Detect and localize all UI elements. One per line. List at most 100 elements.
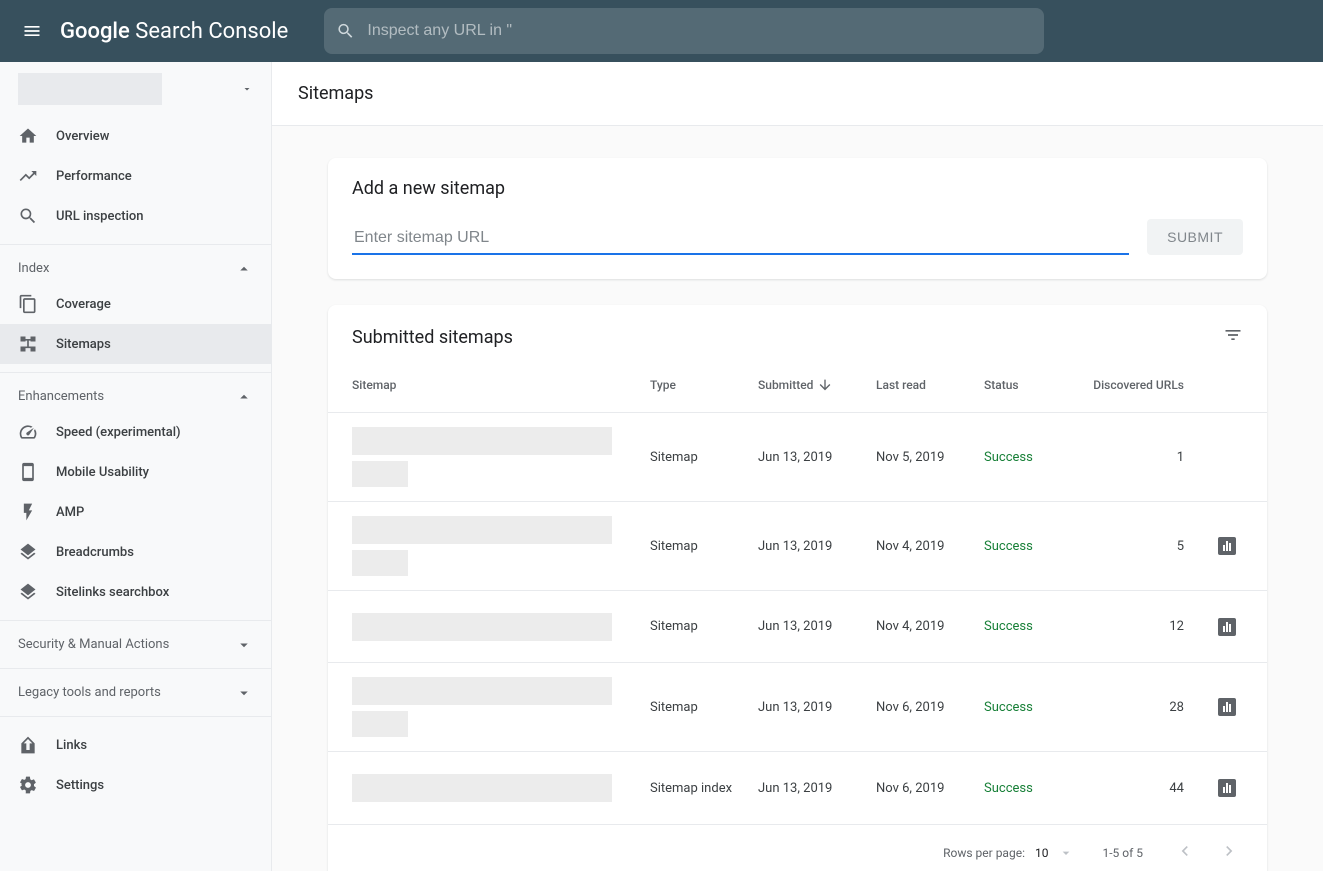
sitemap-name-redacted xyxy=(352,774,642,802)
cell-type: Sitemap xyxy=(650,539,750,554)
sidebar-item-coverage[interactable]: Coverage xyxy=(0,284,271,324)
logo: Google Search Console xyxy=(60,19,288,44)
cell-discovered: 5 xyxy=(1092,539,1184,554)
sitemap-name-redacted xyxy=(352,516,642,576)
sitemap-icon xyxy=(18,334,38,354)
cell-type: Sitemap xyxy=(650,619,750,634)
search-icon xyxy=(18,206,38,226)
section-enhancements[interactable]: Enhancements xyxy=(0,372,271,412)
bar-chart-icon xyxy=(1223,783,1231,793)
hamburger-menu-button[interactable] xyxy=(8,7,56,55)
cell-discovered: 44 xyxy=(1092,781,1184,796)
prev-page-button[interactable] xyxy=(1171,837,1199,868)
cell-submitted: Jun 13, 2019 xyxy=(758,700,868,715)
section-index[interactable]: Index xyxy=(0,244,271,284)
sidebar-item-url-inspection[interactable]: URL inspection xyxy=(0,196,271,236)
logo-google: Google xyxy=(60,19,130,44)
sidebar-item-links[interactable]: Links xyxy=(0,725,271,765)
view-chart-button[interactable] xyxy=(1218,698,1236,716)
sidebar-item-sitemaps[interactable]: Sitemaps xyxy=(0,324,271,364)
layers-icon xyxy=(18,542,38,562)
col-type[interactable]: Type xyxy=(650,378,750,392)
col-submitted[interactable]: Submitted xyxy=(758,377,868,393)
nav-label: Coverage xyxy=(56,297,111,312)
nav-label: Performance xyxy=(56,169,132,184)
rows-per-page-value[interactable]: 10 xyxy=(1035,846,1049,860)
nav-label: Mobile Usability xyxy=(56,465,149,480)
bar-chart-icon xyxy=(1223,622,1231,632)
cell-status: Success xyxy=(984,619,1084,634)
sidebar-item-speed-experimental-[interactable]: Speed (experimental) xyxy=(0,412,271,452)
property-selector[interactable] xyxy=(0,62,271,116)
section-index-label: Index xyxy=(18,261,49,276)
coverage-icon xyxy=(18,294,38,314)
sidebar-item-mobile-usability[interactable]: Mobile Usability xyxy=(0,452,271,492)
page-title: Sitemaps xyxy=(298,83,373,104)
cell-last-read: Nov 4, 2019 xyxy=(876,619,976,634)
view-chart-button[interactable] xyxy=(1218,779,1236,797)
dropdown-icon[interactable] xyxy=(1058,845,1074,861)
bar-chart-icon xyxy=(1223,541,1231,551)
cell-type: Sitemap xyxy=(650,700,750,715)
col-status[interactable]: Status xyxy=(984,378,1084,392)
main-content: Sitemaps Add a new sitemap SUBMIT Submit… xyxy=(272,62,1323,871)
sort-down-icon xyxy=(817,377,833,393)
col-discovered[interactable]: Discovered URLs xyxy=(1092,378,1184,392)
next-page-button[interactable] xyxy=(1215,837,1243,868)
table-header: Sitemap Type Submitted Last read Status … xyxy=(328,357,1267,413)
col-sitemap[interactable]: Sitemap xyxy=(352,378,642,392)
logo-product: Search Console xyxy=(130,19,288,44)
view-chart-button[interactable] xyxy=(1218,618,1236,636)
nav-label: Speed (experimental) xyxy=(56,425,181,440)
sidebar-item-performance[interactable]: Performance xyxy=(0,156,271,196)
col-last-read[interactable]: Last read xyxy=(876,378,976,392)
sidebar-item-amp[interactable]: AMP xyxy=(0,492,271,532)
table-row[interactable]: SitemapJun 13, 2019Nov 4, 2019Success5 xyxy=(328,502,1267,591)
table-row[interactable]: SitemapJun 13, 2019Nov 6, 2019Success28 xyxy=(328,663,1267,752)
nav-label: Sitelinks searchbox xyxy=(56,585,169,600)
layers-icon xyxy=(18,582,38,602)
menu-icon xyxy=(22,21,42,41)
nav-label: URL inspection xyxy=(56,209,144,224)
submitted-sitemaps-card: Submitted sitemaps Sitemap Type Submitte… xyxy=(328,305,1267,871)
cell-type: Sitemap index xyxy=(650,781,750,796)
chevron-down-icon xyxy=(235,636,253,654)
gear-icon xyxy=(18,775,38,795)
table-row[interactable]: SitemapJun 13, 2019Nov 4, 2019Success12 xyxy=(328,591,1267,663)
home-icon xyxy=(18,126,38,146)
property-name-redacted xyxy=(18,73,162,105)
sidebar-item-overview[interactable]: Overview xyxy=(0,116,271,156)
cell-submitted: Jun 13, 2019 xyxy=(758,450,868,465)
table-row[interactable]: SitemapJun 13, 2019Nov 5, 2019Success1 xyxy=(328,413,1267,502)
filter-button[interactable] xyxy=(1223,325,1243,349)
trend-icon xyxy=(18,166,38,186)
sidebar-item-settings[interactable]: Settings xyxy=(0,765,271,805)
page-header: Sitemaps xyxy=(272,62,1323,126)
table-row[interactable]: Sitemap indexJun 13, 2019Nov 6, 2019Succ… xyxy=(328,752,1267,824)
speed-icon xyxy=(18,422,38,442)
add-sitemap-card: Add a new sitemap SUBMIT xyxy=(328,158,1267,279)
chevron-up-icon xyxy=(235,260,253,278)
section-legacy[interactable]: Legacy tools and reports xyxy=(0,668,271,708)
nav-label: Breadcrumbs xyxy=(56,545,134,560)
sitemap-name-redacted xyxy=(352,427,642,487)
sidebar-item-breadcrumbs[interactable]: Breadcrumbs xyxy=(0,532,271,572)
submit-button[interactable]: SUBMIT xyxy=(1147,219,1243,255)
cell-last-read: Nov 5, 2019 xyxy=(876,450,976,465)
url-inspection-search[interactable] xyxy=(324,8,1044,54)
amp-icon xyxy=(18,502,38,522)
cell-status: Success xyxy=(984,700,1084,715)
search-input[interactable] xyxy=(367,22,1032,40)
cell-status: Success xyxy=(984,539,1084,554)
sidebar-item-sitelinks-searchbox[interactable]: Sitelinks searchbox xyxy=(0,572,271,612)
app-header: Google Search Console xyxy=(0,0,1323,62)
dropdown-icon xyxy=(241,83,253,95)
view-chart-button[interactable] xyxy=(1218,537,1236,555)
nav-label: AMP xyxy=(56,505,84,520)
cell-discovered: 28 xyxy=(1092,700,1184,715)
sitemap-url-input[interactable] xyxy=(352,223,1129,255)
nav-label: Settings xyxy=(56,778,104,793)
section-security[interactable]: Security & Manual Actions xyxy=(0,620,271,660)
sidebar: OverviewPerformanceURL inspection Index … xyxy=(0,62,272,871)
chevron-left-icon xyxy=(1175,841,1195,861)
